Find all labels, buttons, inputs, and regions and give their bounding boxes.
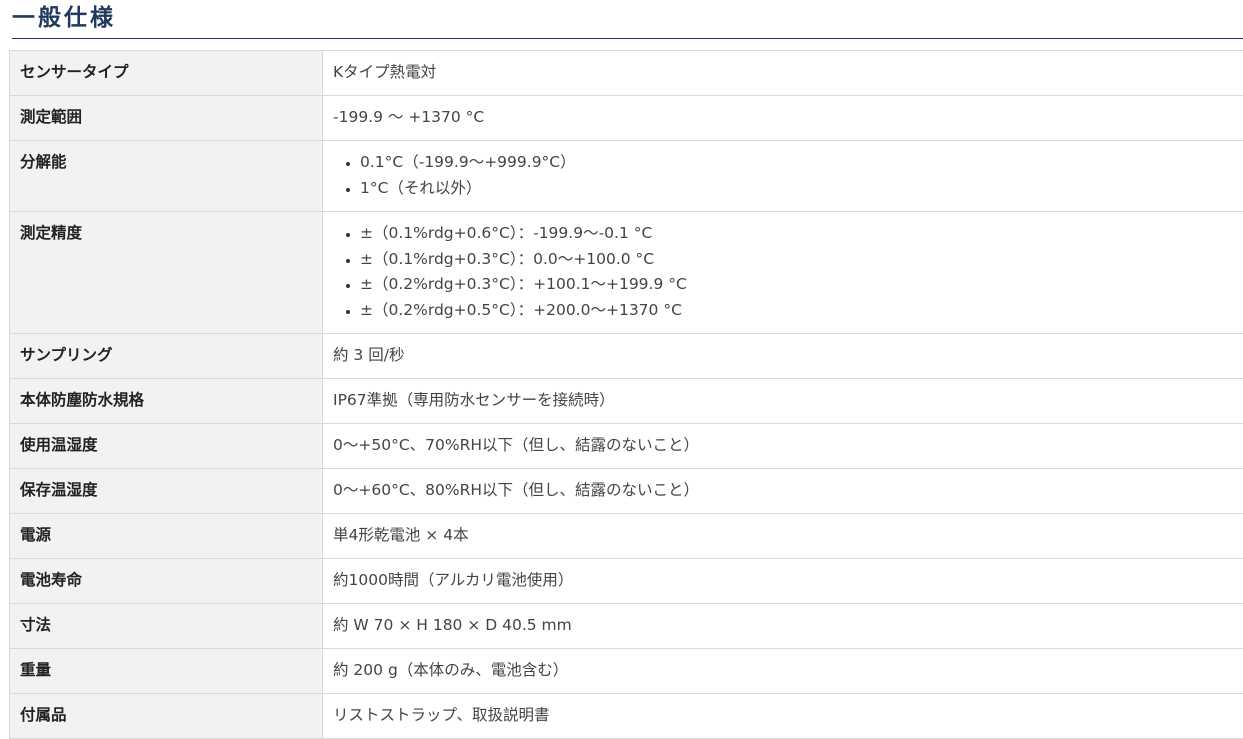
spec-row-storage-env: 保存温湿度 0～+60°C、80%RH以下（但し、結露のないこと）: [9, 468, 1243, 514]
spec-value: ±（0.1%rdg+0.6°C）：-199.9～-0.1 °C ±（0.1%rd…: [322, 211, 1243, 334]
spec-row-weight: 重量 約 200 g（本体のみ、電池含む）: [9, 648, 1243, 694]
spec-row-resolution: 分解能 0.1°C（-199.9～+999.9°C） 1°C（それ以外）: [9, 140, 1243, 212]
resolution-list: 0.1°C（-199.9～+999.9°C） 1°C（それ以外）: [333, 150, 1235, 201]
spec-value: 単4形乾電池 × 4本: [322, 513, 1243, 559]
spec-label: 保存温湿度: [9, 468, 323, 514]
spec-label: サンプリング: [9, 333, 323, 379]
spec-row-dimensions: 寸法 約 W 70 × H 180 × D 40.5 mm: [9, 603, 1243, 649]
spec-row-battery-life: 電池寿命 約1000時間（アルカリ電池使用）: [9, 558, 1243, 604]
list-item: 0.1°C（-199.9～+999.9°C）: [360, 150, 1235, 176]
spec-label: 電池寿命: [9, 558, 323, 604]
spec-value: 約 3 回/秒: [322, 333, 1243, 379]
spec-value: 約 W 70 × H 180 × D 40.5 mm: [322, 603, 1243, 649]
spec-label: 分解能: [9, 140, 323, 212]
spec-row-range: 測定範囲 -199.9 ～ +1370 °C: [9, 95, 1243, 141]
spec-row-accessories: 付属品 リストストラップ、取扱説明書: [9, 693, 1243, 739]
spec-value: -199.9 ～ +1370 °C: [322, 95, 1243, 141]
spec-value: 約1000時間（アルカリ電池使用）: [322, 558, 1243, 604]
spec-label: センサータイプ: [9, 50, 323, 96]
spec-label: 電源: [9, 513, 323, 559]
list-item: ±（0.1%rdg+0.3°C）：0.0～+100.0 °C: [360, 247, 1235, 273]
spec-row-sensor-type: センサータイプ Kタイプ熱電対: [9, 50, 1243, 96]
spec-value: 0～+60°C、80%RH以下（但し、結露のないこと）: [322, 468, 1243, 514]
list-item: ±（0.1%rdg+0.6°C）：-199.9～-0.1 °C: [360, 221, 1235, 247]
spec-label: 重量: [9, 648, 323, 694]
spec-row-accuracy: 測定精度 ±（0.1%rdg+0.6°C）：-199.9～-0.1 °C ±（0…: [9, 211, 1243, 334]
spec-value: 0～+50°C、70%RH以下（但し、結露のないこと）: [322, 423, 1243, 469]
spec-row-protection: 本体防塵防水規格 IP67準拠（専用防水センサーを接続時）: [9, 378, 1243, 424]
list-item: 1°C（それ以外）: [360, 176, 1235, 202]
spec-row-operating-env: 使用温湿度 0～+50°C、70%RH以下（但し、結露のないこと）: [9, 423, 1243, 469]
spec-label: 付属品: [9, 693, 323, 739]
spec-table: センサータイプ Kタイプ熱電対 測定範囲 -199.9 ～ +1370 °C 分…: [9, 50, 1243, 739]
spec-value: 0.1°C（-199.9～+999.9°C） 1°C（それ以外）: [322, 140, 1243, 212]
accuracy-list: ±（0.1%rdg+0.6°C）：-199.9～-0.1 °C ±（0.1%rd…: [333, 221, 1235, 323]
spec-value: Kタイプ熱電対: [322, 50, 1243, 96]
title-divider: [12, 38, 1243, 39]
section-title: 一般仕様: [12, 5, 116, 31]
spec-row-power: 電源 単4形乾電池 × 4本: [9, 513, 1243, 559]
spec-label: 寸法: [9, 603, 323, 649]
spec-label: 測定精度: [9, 211, 323, 334]
spec-value: 約 200 g（本体のみ、電池含む）: [322, 648, 1243, 694]
list-item: ±（0.2%rdg+0.3°C）：+100.1～+199.9 °C: [360, 272, 1235, 298]
spec-value: IP67準拠（専用防水センサーを接続時）: [322, 378, 1243, 424]
spec-label: 使用温湿度: [9, 423, 323, 469]
spec-label: 本体防塵防水規格: [9, 378, 323, 424]
spec-row-sampling: サンプリング 約 3 回/秒: [9, 333, 1243, 379]
list-item: ±（0.2%rdg+0.5°C）：+200.0～+1370 °C: [360, 298, 1235, 324]
spec-label: 測定範囲: [9, 95, 323, 141]
spec-value: リストストラップ、取扱説明書: [322, 693, 1243, 739]
